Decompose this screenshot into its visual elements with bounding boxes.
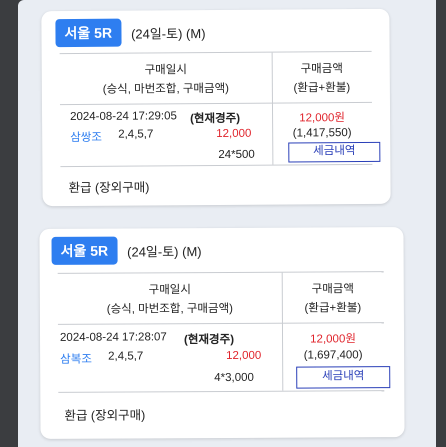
horse-numbers: 2,4,5,7: [118, 128, 154, 141]
race-badge: 서울 5R: [55, 18, 122, 48]
purchase-amount: 12,000원: [310, 333, 356, 346]
refund-amount: (1,417,550): [292, 127, 352, 140]
ticket-header: 서울 5R (24일-토) (M): [51, 236, 202, 265]
horse-numbers: 2,4,5,7: [108, 350, 144, 363]
race-date: (24일-토) (M): [130, 25, 206, 42]
bet-type: 삼복조: [60, 353, 92, 366]
header-purchase-time: 구매일시: [148, 284, 191, 297]
purchase-time: 2024-08-24 17:29:05: [70, 110, 177, 124]
header-purchase-time: 구매일시: [144, 64, 187, 77]
header-purchase-amount: 구매금액: [311, 283, 354, 296]
purchase-amount: 12,000원: [299, 112, 345, 125]
race-date: (24일-토) (M): [127, 243, 202, 259]
ticket-card-1: 서울 5R (24일-토) (M) 구매일시 (승식, 마번조합, 구매금액) …: [41, 8, 391, 207]
refund-type-label: 환급 (장외구매): [64, 408, 146, 423]
refund-amount: (1,697,400): [303, 349, 363, 362]
current-race-label: (현재경주): [190, 112, 241, 126]
header-purchase-detail: (승식, 마번조합, 구매금액): [106, 302, 234, 316]
header-refund: (환급+환불): [293, 82, 351, 95]
race-badge: 서울 5R: [51, 236, 118, 265]
tax-details-button[interactable]: 세금내역: [288, 141, 381, 163]
header-purchase-detail: (승식, 마번조합, 구매금액): [102, 82, 230, 96]
combination: 4*3,000: [214, 371, 254, 385]
tax-details-button[interactable]: 세금내역: [296, 366, 391, 389]
header-purchase-amount: 구매금액: [300, 63, 343, 76]
bet-amount: 12,000: [216, 127, 252, 140]
purchase-time: 2024-08-24 17:28:07: [59, 331, 167, 344]
combination: 24*500: [218, 148, 255, 161]
header-refund: (환급+환불): [304, 302, 362, 315]
bet-amount: 12,000: [226, 349, 262, 362]
current-race-label: (현재경주): [184, 333, 235, 347]
ticket-header: 서울 5R (24일-토) (M): [55, 18, 206, 48]
refund-type-label: 환급 (장외구매): [68, 180, 150, 196]
bet-type: 삼쌍조: [70, 131, 103, 145]
ticket-card-2: 서울 5R (24일-토) (M) 구매일시 (승식, 마번조합, 구매금액) …: [39, 227, 405, 439]
